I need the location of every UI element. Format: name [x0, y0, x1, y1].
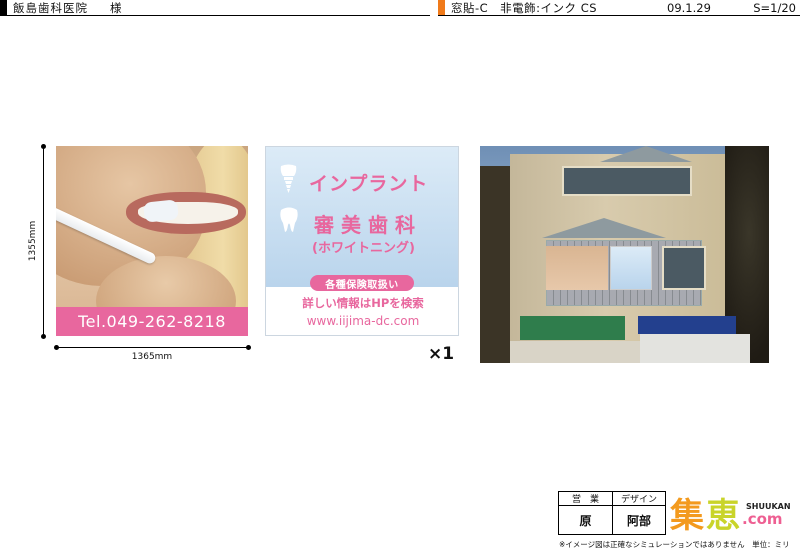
- implant-tooth-icon: [280, 164, 297, 193]
- photo-shopfront: [640, 334, 750, 363]
- insurance-badge: 各種保険取扱い: [310, 275, 414, 291]
- dimension-dot: [41, 334, 46, 339]
- photo-mini-clinic-sign: [610, 246, 652, 290]
- header-mark-orange: [438, 0, 445, 15]
- height-dimension-label: 1355mm: [28, 220, 38, 262]
- tooth-icon: [280, 207, 298, 232]
- header-left: 飯島歯科医院 様: [0, 0, 430, 16]
- photo-mini-smile-sign: [546, 246, 608, 290]
- dimension-dot: [41, 144, 46, 149]
- sales-name: 原: [579, 513, 592, 528]
- telephone-banner: Tel.049-262-8218: [56, 307, 248, 336]
- whitening-subheading: (ホワイトニング): [312, 241, 415, 256]
- quantity-label: ×1: [428, 344, 455, 364]
- photo-window-right: [662, 246, 706, 290]
- height-dimension-line: [43, 146, 44, 336]
- smile-photo-panel: Tel.049-262-8218: [56, 146, 248, 336]
- width-dimension-line: [56, 347, 248, 348]
- dimension-dot: [246, 345, 251, 350]
- client-honorific: 様: [110, 0, 122, 15]
- header-mark: [0, 0, 7, 15]
- job-scale: S=1/20: [753, 0, 796, 15]
- photo-window-upper: [562, 166, 692, 196]
- clinic-sign-panel: インプラント 審美歯科 (ホワイトニング) 各種保険取扱い 詳しい情報はHPを検…: [265, 146, 459, 336]
- shuukan-logo: 集 恵 SHUUKAN .com: [670, 488, 792, 536]
- design-label: デザイン: [612, 492, 665, 505]
- logo-dotcom: .com: [742, 510, 783, 528]
- footer-note: ※イメージ図は正確なシミュレーションではありません 単位：ミリ: [559, 540, 790, 549]
- website-url: www.iijima-dc.com: [306, 314, 420, 328]
- photo-roof: [600, 146, 692, 162]
- photo-green-store-sign: [520, 316, 625, 340]
- photo-blue-store-sign: [638, 316, 736, 334]
- approval-stamp: 営 業 デザイン 原 阿部: [558, 491, 666, 535]
- job-date: 09.1.29: [667, 0, 711, 15]
- toothbrush-head: [143, 199, 179, 223]
- width-dimension-label: 1365mm: [131, 352, 173, 362]
- website-info-text: 詳しい情報はHPを検索: [302, 296, 424, 310]
- building-photo: [480, 146, 769, 363]
- implant-heading: インプラント: [309, 173, 429, 195]
- dimension-dot: [54, 345, 59, 350]
- client-name: 飯島歯科医院: [13, 0, 88, 15]
- logo-kanji-2: 恵: [706, 496, 740, 536]
- design-name: 阿部: [612, 506, 665, 534]
- job-spec: 窓貼-C 非電飾:インク CS: [451, 0, 598, 15]
- logo-kanji-1: 集: [670, 496, 704, 536]
- sales-label: 営 業: [571, 495, 599, 505]
- header-right: 窓貼-C 非電飾:インク CS 09.1.29 S=1/20: [438, 0, 800, 16]
- photo-roof-lower: [542, 218, 666, 238]
- cosmetic-dentistry-heading: 審美歯科: [314, 213, 422, 237]
